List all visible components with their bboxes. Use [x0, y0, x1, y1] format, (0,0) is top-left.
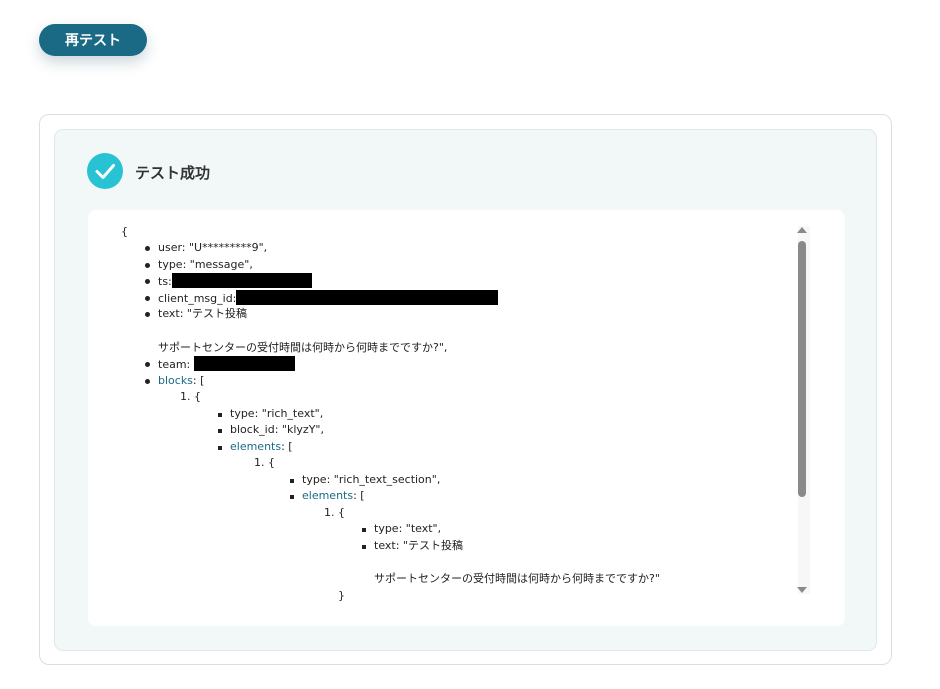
json-block-elements: elements: [: [218, 439, 293, 456]
json-client-msg-id-key: client_msg_id:: [158, 292, 237, 305]
redaction-bar: [193, 356, 295, 371]
retest-button[interactable]: 再テスト: [39, 24, 147, 56]
json-section-type: type: "rich_text_section",: [289, 472, 440, 489]
json-section-elements-key[interactable]: elements: [302, 489, 353, 502]
json-block-elements-key[interactable]: elements: [230, 440, 281, 453]
json-text: text: "テスト投稿: [145, 306, 247, 323]
json-text-continued: サポートセンターの受付時間は何時から何時までですか?",: [158, 341, 448, 354]
json-text-item-text: text: "テスト投稿: [362, 538, 463, 555]
redaction-bar: [236, 290, 499, 305]
json-block-item: 1. {: [180, 390, 201, 403]
json-type: type: "message",: [145, 257, 253, 274]
json-block-type: type: "rich_text",: [217, 406, 323, 423]
json-blocks-key[interactable]: blocks: [158, 374, 193, 387]
json-output-panel[interactable]: { user: "U*********9", type: "message", …: [88, 210, 845, 626]
json-block-elements-bracket: : [: [281, 440, 293, 453]
scroll-down-arrow-icon[interactable]: [797, 587, 807, 593]
json-section-elements: elements: [: [290, 488, 365, 505]
scrollbar-thumb[interactable]: [798, 241, 806, 497]
scroll-up-arrow-icon[interactable]: [797, 227, 807, 233]
json-team-key: team:: [158, 358, 191, 371]
check-circle-icon: [87, 153, 123, 189]
json-open-brace: {: [121, 225, 128, 238]
json-text-item-type: type: "text",: [361, 521, 441, 538]
json-ts-key: ts:: [158, 275, 172, 288]
json-blocks-bracket: : [: [192, 374, 205, 387]
json-text-item: 1. {: [324, 506, 345, 519]
json-ts: ts:: [145, 273, 312, 291]
test-success-title: テスト成功: [135, 164, 211, 182]
json-blocks: blocks: [: [144, 373, 205, 390]
json-text-item-text-continued: サポートセンターの受付時間は何時から何時までですか?": [374, 572, 660, 585]
json-section-elements-bracket: : [: [353, 489, 365, 502]
json-client-msg-id: client_msg_id:: [144, 290, 499, 308]
json-team: team:: [145, 356, 295, 374]
redaction-bar: [171, 273, 312, 288]
json-close-brace: }: [338, 589, 345, 602]
json-block-id: block_id: "klyzY",: [218, 422, 324, 439]
json-tree: { user: "U*********9", type: "message", …: [88, 210, 805, 626]
json-user: user: "U*********9",: [144, 240, 267, 257]
json-section-item: 1. {: [254, 456, 275, 469]
